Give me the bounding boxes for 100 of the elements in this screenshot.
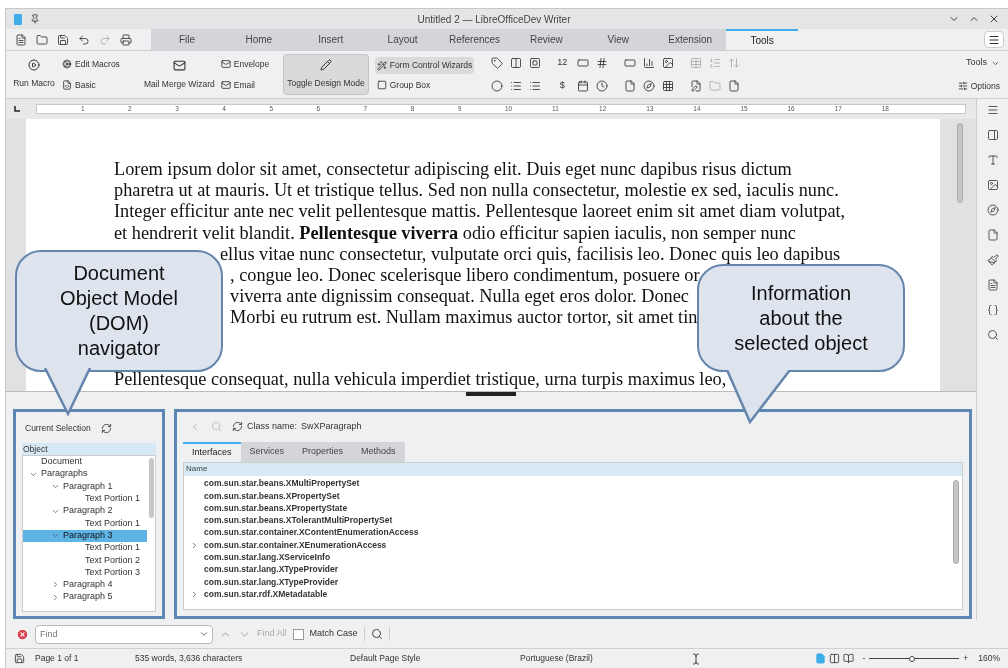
mail-merge-wizard-button[interactable]: Mail Merge Wizard — [143, 58, 215, 91]
interface-name[interactable]: com.sun.star.lang.XTypeProvider — [204, 575, 338, 589]
inspector-tab[interactable]: Services — [240, 441, 294, 462]
close-find-icon[interactable] — [16, 627, 29, 641]
menu-tab[interactable]: Layout — [366, 29, 439, 50]
menu-icon[interactable] — [985, 103, 1000, 117]
inspector-tab[interactable]: Methods — [352, 441, 405, 462]
zoom-slider-thumb[interactable] — [909, 655, 916, 662]
inspector-tab[interactable]: Properties — [293, 441, 353, 462]
page-icon[interactable] — [985, 228, 1000, 242]
email-button[interactable]: Email — [220, 78, 270, 92]
tree-item[interactable]: Paragraph 5 — [23, 591, 147, 604]
braces-icon[interactable] — [985, 303, 1000, 317]
tree-item[interactable]: Document — [23, 455, 147, 469]
refresh-icon[interactable] — [232, 421, 243, 433]
interface-name[interactable]: com.sun.star.rdf.XMetadatable — [204, 587, 328, 601]
book-view-icon[interactable] — [842, 652, 855, 665]
numeric-field-button[interactable]: 12 — [551, 56, 574, 70]
toggle-design-mode-button[interactable]: Toggle Design Mode — [283, 54, 369, 95]
save-status-icon[interactable] — [14, 653, 25, 664]
interface-name[interactable]: com.sun.star.beans.XTolerantMultiPropertySet — [204, 514, 393, 527]
scrollbar-thumb[interactable] — [148, 457, 154, 518]
menu-tab[interactable]: References — [438, 29, 511, 50]
search-icon[interactable] — [985, 328, 1000, 342]
gallery-icon[interactable] — [985, 178, 1000, 192]
menu-tab[interactable]: Insert — [294, 29, 367, 50]
interface-name[interactable]: com.sun.star.beans.XPropertyState — [204, 501, 348, 515]
interface-name[interactable]: com.sun.star.beans.XPropertySet — [204, 489, 340, 503]
navigator-icon[interactable] — [985, 203, 1000, 217]
tree-item[interactable]: Paragraph 1 — [23, 480, 147, 493]
scrollbar-thumb[interactable] — [953, 479, 959, 564]
zoom-in-button[interactable]: + — [963, 652, 969, 665]
tree-item[interactable]: Text Portion 1 — [23, 492, 147, 505]
expander-icon[interactable] — [51, 580, 60, 590]
match-case-checkbox[interactable] — [292, 628, 304, 640]
menu-tab[interactable]: Tools — [726, 29, 798, 50]
splitter-handle[interactable] — [466, 392, 516, 396]
refresh-icon[interactable] — [100, 422, 112, 434]
interface-name[interactable]: com.sun.star.beans.XMultiPropertySet — [204, 477, 360, 491]
tools-dropdown[interactable]: Tools — [966, 56, 1000, 70]
find-field[interactable]: Find — [35, 624, 213, 644]
basic-button[interactable]: Basic — [62, 78, 120, 92]
edit-macros-button[interactable]: Edit Macros — [62, 57, 120, 71]
body-text-line: Pellentesque consequat, nulla vehicula imperdiet tristique, urna turpis maximus leo, — [114, 368, 727, 389]
play-icon — [28, 59, 40, 72]
expander-icon[interactable] — [190, 540, 199, 550]
scrollbar-thumb[interactable] — [957, 123, 963, 203]
cursor-mode-icon[interactable] — [690, 652, 702, 665]
menu-icon — [986, 104, 999, 116]
envelope-icon — [172, 58, 186, 72]
language: Portuguese (Brazil) — [520, 652, 594, 665]
body-text-line: Integer efficitur ante nec velit pellentesque mattis. Pellentesque laoreet enim sit amet diam volutpat, — [114, 201, 846, 222]
menu-tab[interactable]: Extension — [654, 29, 727, 50]
tree-item[interactable]: Text Portion 3 — [23, 566, 147, 579]
body-text-line: , congue leo. Donec scelerisque libero condimentum, posuere or — [230, 265, 700, 285]
expander-icon[interactable] — [51, 482, 60, 491]
tree-item[interactable]: Paragraph 2 — [23, 504, 147, 518]
menu-tab[interactable]: View — [582, 29, 655, 50]
pin-icon[interactable] — [30, 14, 40, 24]
properties-icon[interactable] — [985, 128, 1000, 142]
inspector-tab[interactable]: Interfaces — [183, 441, 241, 462]
search-icon[interactable] — [370, 628, 383, 640]
options-button[interactable]: Options — [957, 79, 1000, 93]
run-macro-button[interactable]: Run Macro — [12, 59, 56, 90]
envelope-icon — [220, 79, 231, 90]
current-selection-label: Current Selection — [25, 422, 91, 435]
interface-name[interactable]: com.sun.star.container.XEnumerationAccess — [204, 538, 387, 552]
menu-tab[interactable]: Review — [510, 29, 583, 50]
envelope-icon — [220, 59, 231, 70]
envelope-button[interactable]: Envelope — [220, 57, 270, 71]
close-icon[interactable] — [988, 13, 1000, 25]
interface-name[interactable]: com.sun.star.container.XContentEnumerationAccess — [204, 526, 419, 540]
tree-item[interactable]: Paragraphs — [23, 468, 147, 481]
zoom-out-button[interactable]: - — [862, 652, 866, 665]
interface-name[interactable]: com.sun.star.lang.XTypeProvider — [204, 563, 338, 577]
square-icon — [376, 80, 387, 91]
tree-item[interactable]: Text Portion 1 — [23, 541, 147, 555]
currency-field-button[interactable]: $ — [551, 79, 574, 93]
expander-icon[interactable] — [51, 592, 60, 602]
zoom-slider[interactable] — [869, 654, 960, 663]
menu-button[interactable] — [984, 31, 1004, 48]
interface-name[interactable]: com.sun.star.lang.XServiceInfo — [204, 551, 331, 564]
brush-icon[interactable] — [985, 253, 1000, 267]
tree-item[interactable]: Text Portion 2 — [23, 554, 147, 567]
tree-item[interactable]: Paragraph 4 — [23, 578, 147, 591]
app-icon — [14, 13, 22, 25]
tree-item[interactable]: Text Portion 1 — [23, 517, 147, 530]
group-box-button[interactable]: Group Box — [374, 79, 475, 92]
menu-tab[interactable]: Home — [222, 29, 295, 50]
tree-item[interactable]: Paragraph 3 — [23, 529, 147, 542]
multi-page-view-icon[interactable] — [828, 652, 841, 665]
callout-text: Information about the selected object — [734, 280, 868, 356]
document-icon[interactable] — [985, 278, 1000, 292]
sliders-icon — [957, 81, 968, 92]
expander-icon[interactable] — [190, 589, 199, 599]
menu-tab[interactable]: File — [151, 29, 223, 50]
column-header: Object — [22, 442, 156, 455]
styles-icon[interactable] — [985, 153, 1000, 167]
document-icon — [986, 279, 999, 291]
form-control-wizards-button[interactable]: Form Control Wizards — [374, 57, 475, 74]
